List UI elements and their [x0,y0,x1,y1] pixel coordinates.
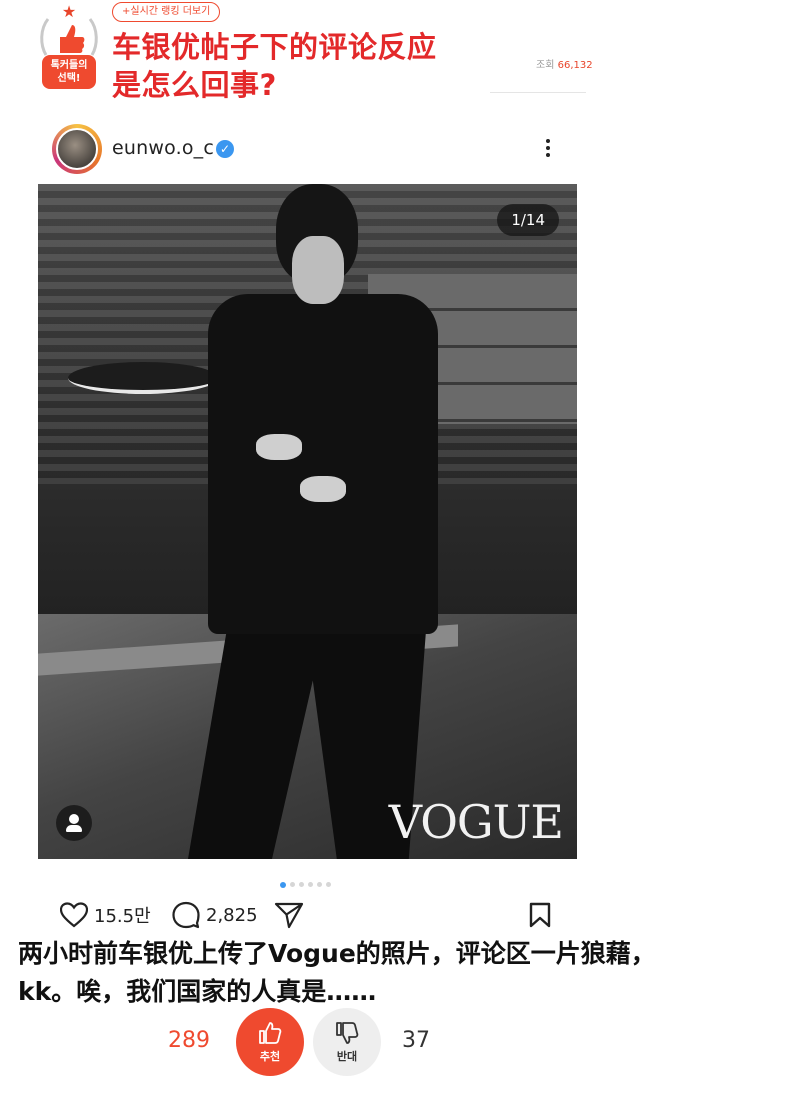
photo-figure-body [208,294,438,634]
editors-choice-badge: ★ 톡커들의 선택! [38,3,100,89]
username[interactable]: eunwo.o_c [112,137,214,159]
comment-count: 2,825 [206,904,258,926]
send-icon [274,902,304,929]
carousel-dot [317,882,322,887]
badge-label-line1: 톡커들의 [50,60,88,71]
photo-figure-face [292,236,344,304]
post-photo[interactable]: 1/14 VOGUE [38,184,577,859]
comment-bubble-icon [172,901,200,929]
caption-line1: 两小时前车银优上传了Vogue的照片，评论区一片狼藉， [18,939,656,968]
realtime-ranking-link[interactable]: +실시간 랭킹 더보기 [112,2,221,22]
badge-label: 톡커들의 선택! [42,55,96,89]
thumbs-down-icon [336,1022,359,1044]
heart-icon [60,902,88,928]
downvote-button[interactable]: 반대 [313,1008,381,1076]
photo-figure-hand [300,476,346,502]
thumbs-up-icon [259,1022,282,1044]
comment-button[interactable]: 2,825 [172,900,258,930]
avatar[interactable] [56,128,98,170]
view-count: 조회 66,132 [536,56,593,71]
view-count-value: 66,132 [557,60,593,71]
more-vertical-icon[interactable] [540,136,556,164]
downvote-label: 반대 [336,1050,358,1063]
carousel-dot [280,881,286,888]
like-button[interactable]: 15.5만 [60,900,151,930]
carousel-dot [290,882,295,887]
image-counter: 1/14 [497,204,559,236]
post-actions: 15.5만 2,825 [60,900,560,930]
photo-figure-hand [256,434,302,460]
view-count-label: 조회 [536,60,555,71]
carousel-dots [280,874,335,888]
upvote-label: 추천 [259,1050,281,1063]
user-tag-icon[interactable] [56,805,92,841]
carousel-dot [299,882,304,887]
header-divider [490,92,586,93]
photo-lamp [68,362,218,394]
vogue-watermark: VOGUE [388,795,564,849]
carousel-dot [326,882,331,887]
post-title: 车银优帖子下的评论反应 是怎么回事? [112,28,512,104]
post-title-line1: 车银优帖子下的评论反应 [112,30,437,64]
like-count: 15.5만 [94,906,151,927]
share-button[interactable] [274,900,304,930]
caption-line2: kk。唉，我们国家的人真是…… [18,977,377,1006]
upvote-button[interactable]: 추천 [236,1008,304,1076]
downvote-count: 37 [402,1028,430,1053]
upvote-count: 289 [168,1028,210,1053]
post-title-line2: 是怎么回事? [112,68,277,102]
carousel-dot [308,882,313,887]
badge-label-line2: 선택! [57,73,81,84]
bookmark-icon[interactable] [528,902,552,928]
caption: 两小时前车银优上传了Vogue的照片，评论区一片狼藉， kk。唉，我们国家的人真… [18,935,788,1011]
verified-check-icon: ✓ [216,140,234,158]
